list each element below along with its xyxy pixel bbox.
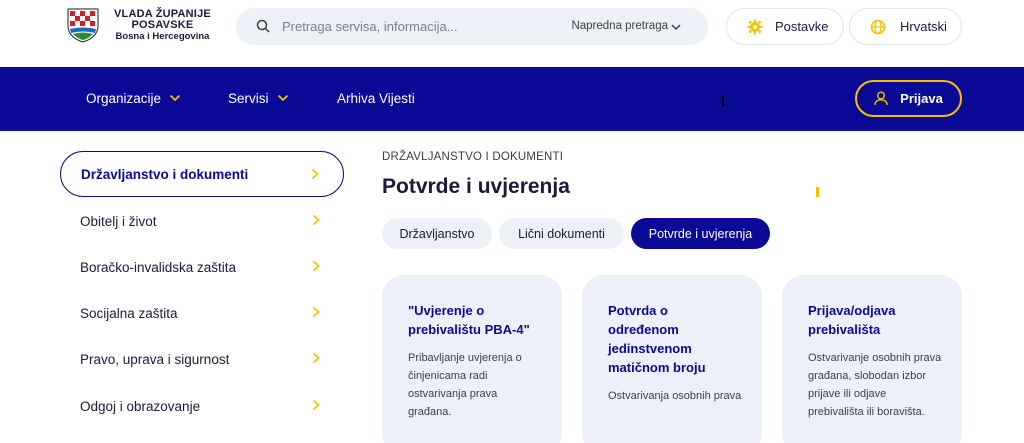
nav-item-arhiva-vijesti[interactable]: Arhiva Vijesti (337, 91, 415, 106)
nav-item-servisi[interactable]: Servisi (228, 91, 289, 106)
cursor-mark (816, 187, 819, 197)
sidebar-item-label: Državljanstvo i dokumenti (81, 166, 249, 182)
chevron-right-icon (312, 399, 320, 414)
sidebar-item-obitelj-i-zivot[interactable]: Obitelj i život (60, 198, 344, 244)
card-description: Ostvarivanje osobnih prava građana, slob… (808, 352, 942, 418)
chevron-right-icon (311, 168, 319, 183)
sidebar-item-odgoj-i-obrazovanje[interactable]: Odgoj i obrazovanje (60, 383, 344, 429)
card-title: Prijava/odjava prebivališta (808, 303, 896, 337)
tab-label: Lični dokumenti (518, 226, 605, 241)
logo-line-1: VLADA ŽUPANIJE (114, 7, 211, 20)
tab-licni-dokumenti[interactable]: Lični dokumenti (499, 218, 624, 249)
chevron-right-icon (312, 352, 320, 367)
sidebar-item-boracko-invalidska-zastita[interactable]: Boračko-invalidska zaštita (60, 244, 344, 290)
service-card[interactable]: Prijava/odjava prebivališta Ostvarivanje… (782, 275, 962, 443)
sidebar-item-label: Obitelj i život (80, 213, 157, 229)
settings-button[interactable]: Postavke (726, 8, 844, 45)
service-card[interactable]: Potvrda o određenom jedinstvenom matično… (582, 275, 762, 443)
card-description: Pribavljanje uvjerenja o činjenicama rad… (408, 352, 522, 418)
login-label: Prijava (900, 91, 943, 106)
crest-logo-icon (64, 6, 102, 44)
tab-label: Potvrde i uvjerenja (648, 226, 753, 241)
card-title: Potvrda o određenom jedinstvenom matično… (608, 303, 706, 375)
card-title: "Uvjerenje o prebivalištu PBA-4" (408, 303, 530, 337)
language-label: Hrvatski (900, 19, 947, 34)
gear-icon (747, 19, 763, 35)
login-button[interactable]: Prijava (855, 80, 962, 117)
service-card[interactable]: "Uvjerenje o prebivalištu PBA-4" Pribavl… (382, 275, 562, 443)
tab-drzavljanstvo[interactable]: Državljanstvo (382, 218, 492, 249)
logo-line-3: Bosna i Hercegovina (115, 30, 210, 42)
page-title: Potvrde i uvjerenja (382, 175, 570, 198)
chevron-down-icon (670, 20, 682, 38)
logo-line-2: POSAVSKE (131, 18, 194, 31)
site-logo[interactable]: VLADA ŽUPANIJE POSAVSKE Bosna i Hercegov… (64, 6, 211, 44)
globe-icon (870, 19, 886, 35)
sidebar-item-label: Socijalna zaštita (80, 305, 178, 321)
cursor-mark (722, 96, 724, 106)
settings-label: Postavke (775, 19, 829, 34)
chevron-right-icon (312, 214, 320, 229)
card-description: Ostvarivanja osobnih prava (608, 390, 742, 402)
breadcrumb[interactable]: DRŽAVLJANSTVO I DOKUMENTI (382, 151, 563, 163)
sidebar-item-pravo-uprava-i-sigurnost[interactable]: Pravo, uprava i sigurnost (60, 336, 344, 382)
nav-item-label: Servisi (228, 91, 269, 106)
chevron-down-icon (277, 90, 289, 105)
sidebar-item-label: Boračko-invalidska zaštita (80, 259, 237, 275)
search-icon (256, 19, 270, 38)
language-button[interactable]: Hrvatski (849, 8, 962, 45)
sidebar-item-label: Pravo, uprava i sigurnost (80, 351, 230, 367)
nav-item-organizacije[interactable]: Organizacije (86, 91, 181, 106)
sidebar-item-socijalna-zastita[interactable]: Socijalna zaštita (60, 290, 344, 336)
search-bar[interactable]: Pretraga servisa, informacija... Napredn… (236, 8, 708, 45)
chevron-right-icon (312, 260, 320, 275)
sidebar-item-drzavljanstvo-i-dokumenti[interactable]: Državljanstvo i dokumenti (60, 151, 344, 197)
top-header: VLADA ŽUPANIJE POSAVSKE Bosna i Hercegov… (0, 0, 1024, 67)
tab-label: Državljanstvo (399, 226, 475, 241)
search-input[interactable]: Pretraga servisa, informacija... (282, 19, 458, 34)
user-icon (874, 91, 888, 106)
chevron-down-icon (169, 90, 181, 105)
nav-item-label: Arhiva Vijesti (337, 91, 415, 106)
sidebar-item-label: Odgoj i obrazovanje (80, 398, 201, 414)
nav-item-label: Organizacije (86, 91, 162, 106)
tab-potvrde-i-uvjerenja[interactable]: Potvrde i uvjerenja (631, 218, 770, 249)
main-nav: Organizacije Servisi Arhiva Vijesti Prij… (0, 67, 1024, 131)
chevron-right-icon (312, 306, 320, 321)
advanced-search-button[interactable]: Napredna pretraga (571, 20, 668, 32)
